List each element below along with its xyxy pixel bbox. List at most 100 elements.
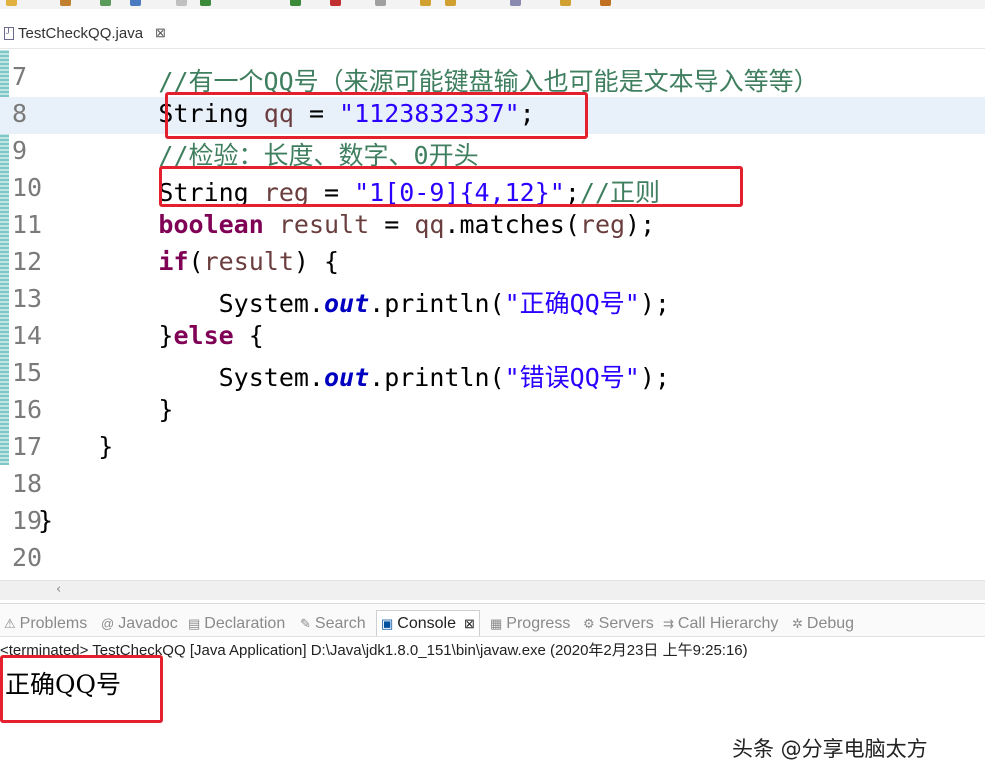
code-line[interactable]: 19} <box>0 504 985 541</box>
close-icon[interactable]: ⊠ <box>155 25 166 41</box>
code-token: reg <box>579 210 626 239</box>
code-keyword: else <box>173 321 234 350</box>
highlight-box-qq <box>165 92 588 139</box>
tab-progress[interactable]: ▦ Progress <box>490 610 570 637</box>
code-token: out <box>323 363 370 392</box>
code-line[interactable]: 14 }else { <box>0 319 985 356</box>
code-line[interactable]: 11 boolean result = qq.matches(reg); <box>0 208 985 245</box>
code-line[interactable]: 15 System.out.println("错误QQ号"); <box>0 356 985 393</box>
code-token: = <box>369 210 415 239</box>
code-token: } <box>38 506 54 535</box>
editor-tab-testcheckqq[interactable]: TestCheckQQ.java ⊠ <box>0 19 176 47</box>
editor-tab-bar: TestCheckQQ.java ⊠ <box>0 9 985 49</box>
code-line[interactable]: 12 if(result) { <box>0 245 985 282</box>
code-line[interactable]: 17 } <box>0 430 985 467</box>
toolbar-icon[interactable] <box>100 0 111 6</box>
tab-search[interactable]: ✎ Search <box>300 610 366 637</box>
tab-label: Call Hierarchy <box>677 614 779 632</box>
toolbar-icon[interactable] <box>420 0 431 6</box>
code-token: result <box>278 210 370 239</box>
search-icon: ✎ <box>300 615 311 631</box>
tab-call-hierarchy[interactable]: ⇉ Call Hierarchy <box>663 610 778 637</box>
tab-servers[interactable]: ⚙ Servers <box>583 610 654 637</box>
toolbar-icon[interactable] <box>600 0 611 6</box>
toolbar-icon[interactable] <box>290 0 301 6</box>
code-token: ); <box>639 363 670 392</box>
tab-label: Declaration <box>204 614 286 632</box>
line-number: 20 <box>12 543 43 572</box>
code-token: ); <box>639 289 670 318</box>
declaration-icon: ▤ <box>188 615 201 631</box>
progress-icon: ▦ <box>490 615 503 631</box>
tab-javadoc[interactable]: @ Javadoc <box>101 610 178 637</box>
toolbar-icon[interactable] <box>60 0 71 6</box>
javadoc-icon: @ <box>101 616 115 631</box>
toolbar-icon[interactable] <box>130 0 141 6</box>
close-icon[interactable]: ⊠ <box>464 616 475 632</box>
tab-label: Javadoc <box>118 614 178 632</box>
toolbar-icon[interactable] <box>375 0 386 6</box>
tab-label: Problems <box>19 614 88 632</box>
tab-declaration[interactable]: ▤ Declaration <box>188 610 285 637</box>
code-token: ( <box>188 247 204 276</box>
line-number: 18 <box>12 469 43 498</box>
tab-label: Debug <box>806 614 855 632</box>
java-file-icon <box>4 26 14 40</box>
tab-debug[interactable]: ✲ Debug <box>792 610 854 637</box>
code-string: "正确QQ号" <box>504 289 640 318</box>
highlight-box-output <box>0 655 163 723</box>
line-number: 8 <box>12 99 28 128</box>
line-number: 9 <box>12 136 28 165</box>
code-token: out <box>323 289 370 318</box>
code-token: .println( <box>369 363 505 392</box>
debug-icon: ✲ <box>792 615 803 631</box>
toolbar-icon[interactable] <box>200 0 211 6</box>
horizontal-scrollbar[interactable]: ‹ <box>0 580 985 600</box>
code-line[interactable]: 16 } <box>0 393 985 430</box>
code-token: } <box>38 395 174 424</box>
code-text: } <box>38 395 173 424</box>
bottom-panel-tabs: ⚠ Problems @ Javadoc ▤ Declaration ✎ Search ▣ Con… <box>0 603 985 637</box>
code-token: ) { <box>293 247 340 276</box>
code-line[interactable]: 20 <box>0 541 985 578</box>
code-text: System.out.println("错误QQ号"); <box>38 358 670 394</box>
console-icon: ▣ <box>381 616 394 631</box>
highlight-box-reg <box>159 166 743 207</box>
call-hierarchy-icon: ⇉ <box>663 615 674 631</box>
toolbar-icon[interactable] <box>445 0 456 6</box>
code-token: ); <box>625 210 656 239</box>
code-keyword: if <box>158 247 189 276</box>
problems-icon: ⚠ <box>4 615 16 631</box>
code-editor[interactable]: 7 //有一个QQ号（来源可能键盘输入也可能是文本导入等等） 8 String q… <box>0 50 985 580</box>
editor-tab-label: TestCheckQQ.java <box>18 24 144 42</box>
code-line[interactable]: 13 System.out.println("正确QQ号"); <box>0 282 985 319</box>
code-token: .matches( <box>444 210 580 239</box>
watermark: 头条 @分享电脑太方 <box>732 737 928 761</box>
toolbar-icon[interactable] <box>330 0 341 6</box>
code-token: System. <box>38 363 324 392</box>
code-text: }else { <box>38 321 264 350</box>
tab-console[interactable]: ▣ Console ⊠ <box>376 610 480 637</box>
code-keyword: boolean <box>158 210 264 239</box>
tab-problems[interactable]: ⚠ Problems <box>4 610 87 637</box>
code-token: } <box>38 432 114 461</box>
code-line[interactable]: 18 <box>0 467 985 504</box>
code-token: { <box>233 321 264 350</box>
code-token: qq <box>414 210 445 239</box>
line-number: 7 <box>12 62 28 91</box>
servers-icon: ⚙ <box>583 615 595 631</box>
code-text: } <box>38 506 53 535</box>
toolbar-icon[interactable] <box>176 0 187 6</box>
tab-label: Progress <box>506 614 571 632</box>
code-text: } <box>38 432 113 461</box>
toolbar-icon[interactable] <box>560 0 571 6</box>
toolbar-icon[interactable] <box>6 0 17 6</box>
code-token: .println( <box>369 289 505 318</box>
toolbar-icon[interactable] <box>510 0 521 6</box>
code-token: } <box>38 321 174 350</box>
scroll-left-icon[interactable]: ‹ <box>56 582 61 597</box>
tab-label: Search <box>314 614 366 632</box>
tab-label: Console <box>397 615 456 632</box>
